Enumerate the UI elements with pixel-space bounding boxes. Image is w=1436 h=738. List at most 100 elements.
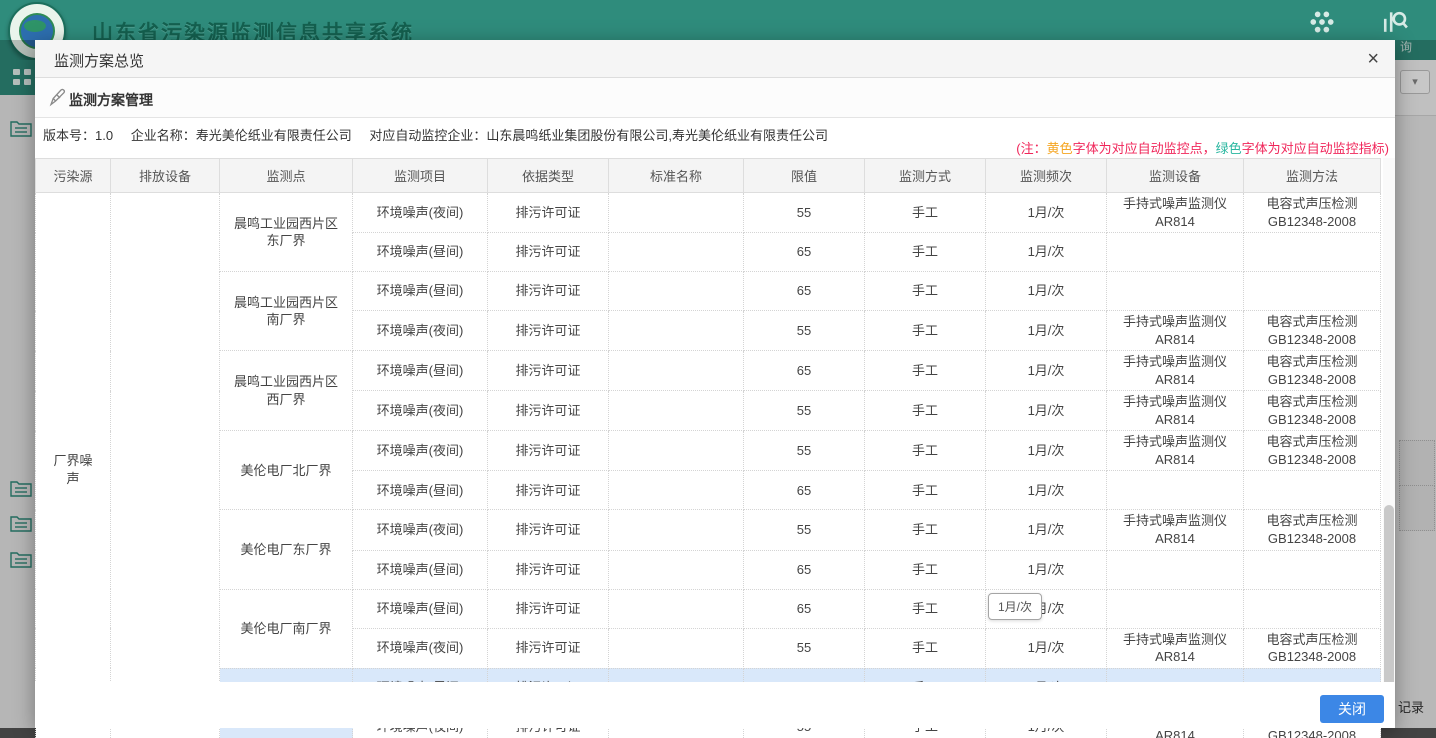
table-row[interactable]: 美伦电厂南厂界环境噪声(昼间)排污许可证65手工1月/次 bbox=[36, 589, 1381, 628]
basis-type-cell[interactable]: 排污许可证 bbox=[488, 431, 609, 471]
device-cell[interactable]: 手持式噪声监测仪AR814 bbox=[1107, 391, 1244, 431]
monitor-mode-cell[interactable]: 手工 bbox=[865, 311, 986, 351]
limit-cell[interactable]: 55 bbox=[744, 510, 865, 550]
monitoring-point-cell[interactable]: 晨鸣工业园西片区西厂界 bbox=[220, 351, 353, 431]
limit-cell[interactable]: 65 bbox=[744, 272, 865, 311]
apps-grid-icon[interactable] bbox=[1310, 10, 1334, 34]
basis-type-cell[interactable]: 排污许可证 bbox=[488, 311, 609, 351]
limit-cell[interactable]: 65 bbox=[744, 550, 865, 589]
monitor-item-cell[interactable]: 环境噪声(昼间) bbox=[353, 550, 488, 589]
device-cell[interactable]: 手持式噪声监测仪AR814 bbox=[1107, 510, 1244, 550]
emission-device-cell[interactable] bbox=[111, 193, 220, 738]
monitor-item-cell[interactable]: 环境噪声(夜间) bbox=[353, 311, 488, 351]
limit-cell[interactable]: 55 bbox=[744, 311, 865, 351]
standard-name-cell[interactable] bbox=[609, 391, 744, 431]
basis-type-cell[interactable]: 排污许可证 bbox=[488, 589, 609, 628]
device-cell[interactable]: 手持式噪声监测仪AR814 bbox=[1107, 628, 1244, 668]
monitor-mode-cell[interactable]: 手工 bbox=[865, 471, 986, 510]
limit-cell[interactable]: 65 bbox=[744, 233, 865, 272]
method-cell[interactable] bbox=[1244, 272, 1381, 311]
frequency-cell[interactable]: 1月/次 bbox=[986, 550, 1107, 589]
basis-type-cell[interactable]: 排污许可证 bbox=[488, 628, 609, 668]
device-cell[interactable] bbox=[1107, 471, 1244, 510]
standard-name-cell[interactable] bbox=[609, 311, 744, 351]
monitor-mode-cell[interactable]: 手工 bbox=[865, 589, 986, 628]
basis-type-cell[interactable]: 排污许可证 bbox=[488, 233, 609, 272]
monitor-item-cell[interactable]: 环境噪声(夜间) bbox=[353, 510, 488, 550]
chart-search-icon[interactable] bbox=[1382, 8, 1408, 34]
monitor-item-cell[interactable]: 环境噪声(昼间) bbox=[353, 351, 488, 391]
close-icon[interactable]: × bbox=[1367, 47, 1379, 71]
frequency-cell[interactable]: 1月/次 bbox=[986, 272, 1107, 311]
table-scrollbar[interactable] bbox=[1383, 158, 1395, 690]
table-row[interactable]: 美伦电厂北厂界环境噪声(夜间)排污许可证55手工1月/次手持式噪声监测仪AR81… bbox=[36, 431, 1381, 471]
limit-cell[interactable]: 65 bbox=[744, 471, 865, 510]
frequency-cell[interactable]: 1月/次 bbox=[986, 233, 1107, 272]
basis-type-cell[interactable]: 排污许可证 bbox=[488, 510, 609, 550]
pollution-source-cell[interactable]: 厂界噪声 bbox=[36, 193, 111, 738]
limit-cell[interactable]: 55 bbox=[744, 391, 865, 431]
standard-name-cell[interactable] bbox=[609, 431, 744, 471]
table-row[interactable]: 美伦电厂东厂界环境噪声(夜间)排污许可证55手工1月/次手持式噪声监测仪AR81… bbox=[36, 510, 1381, 550]
basis-type-cell[interactable]: 排污许可证 bbox=[488, 193, 609, 233]
frequency-cell[interactable]: 1月/次 bbox=[986, 311, 1107, 351]
method-cell[interactable] bbox=[1244, 233, 1381, 272]
frequency-cell[interactable]: 1月/次 bbox=[986, 628, 1107, 668]
table-row[interactable]: 厂界噪声晨鸣工业园西片区东厂界环境噪声(夜间)排污许可证55手工1月/次手持式噪… bbox=[36, 193, 1381, 233]
close-button[interactable]: 关闭 bbox=[1320, 695, 1384, 723]
limit-cell[interactable]: 55 bbox=[744, 193, 865, 233]
method-cell[interactable]: 电容式声压检测GB12348-2008 bbox=[1244, 391, 1381, 431]
standard-name-cell[interactable] bbox=[609, 550, 744, 589]
monitor-item-cell[interactable]: 环境噪声(夜间) bbox=[353, 628, 488, 668]
standard-name-cell[interactable] bbox=[609, 233, 744, 272]
monitor-mode-cell[interactable]: 手工 bbox=[865, 550, 986, 589]
device-cell[interactable]: 手持式噪声监测仪AR814 bbox=[1107, 193, 1244, 233]
monitor-item-cell[interactable]: 环境噪声(夜间) bbox=[353, 431, 488, 471]
limit-cell[interactable]: 55 bbox=[744, 431, 865, 471]
basis-type-cell[interactable]: 排污许可证 bbox=[488, 550, 609, 589]
monitor-mode-cell[interactable]: 手工 bbox=[865, 431, 986, 471]
method-cell[interactable] bbox=[1244, 550, 1381, 589]
frequency-cell[interactable]: 1月/次 bbox=[986, 351, 1107, 391]
device-cell[interactable] bbox=[1107, 550, 1244, 589]
monitor-item-cell[interactable]: 环境噪声(昼间) bbox=[353, 272, 488, 311]
monitor-mode-cell[interactable]: 手工 bbox=[865, 391, 986, 431]
method-cell[interactable]: 电容式声压检测GB12348-2008 bbox=[1244, 628, 1381, 668]
method-cell[interactable]: 电容式声压检测GB12348-2008 bbox=[1244, 193, 1381, 233]
table-row[interactable]: 晨鸣工业园西片区南厂界环境噪声(昼间)排污许可证65手工1月/次 bbox=[36, 272, 1381, 311]
basis-type-cell[interactable]: 排污许可证 bbox=[488, 351, 609, 391]
monitoring-point-cell[interactable]: 美伦电厂北厂界 bbox=[220, 431, 353, 510]
monitor-item-cell[interactable]: 环境噪声(昼间) bbox=[353, 471, 488, 510]
device-cell[interactable]: 手持式噪声监测仪AR814 bbox=[1107, 351, 1244, 391]
standard-name-cell[interactable] bbox=[609, 351, 744, 391]
monitoring-point-cell[interactable]: 美伦电厂东厂界 bbox=[220, 510, 353, 589]
basis-type-cell[interactable]: 排污许可证 bbox=[488, 391, 609, 431]
standard-name-cell[interactable] bbox=[609, 272, 744, 311]
monitor-mode-cell[interactable]: 手工 bbox=[865, 628, 986, 668]
frequency-cell[interactable]: 1月/次 bbox=[986, 431, 1107, 471]
method-cell[interactable]: 电容式声压检测GB12348-2008 bbox=[1244, 510, 1381, 550]
monitor-mode-cell[interactable]: 手工 bbox=[865, 193, 986, 233]
device-cell[interactable] bbox=[1107, 233, 1244, 272]
monitoring-point-cell[interactable]: 美伦电厂南厂界 bbox=[220, 589, 353, 668]
table-row[interactable]: 晨鸣工业园西片区西厂界环境噪声(昼间)排污许可证65手工1月/次手持式噪声监测仪… bbox=[36, 351, 1381, 391]
method-cell[interactable]: 电容式声压检测GB12348-2008 bbox=[1244, 431, 1381, 471]
monitor-mode-cell[interactable]: 手工 bbox=[865, 233, 986, 272]
monitoring-point-cell[interactable]: 晨鸣工业园西片区南厂界 bbox=[220, 272, 353, 351]
device-cell[interactable]: 手持式噪声监测仪AR814 bbox=[1107, 431, 1244, 471]
device-cell[interactable]: 手持式噪声监测仪AR814 bbox=[1107, 311, 1244, 351]
standard-name-cell[interactable] bbox=[609, 193, 744, 233]
monitor-mode-cell[interactable]: 手工 bbox=[865, 351, 986, 391]
basis-type-cell[interactable]: 排污许可证 bbox=[488, 471, 609, 510]
method-cell[interactable]: 电容式声压检测GB12348-2008 bbox=[1244, 311, 1381, 351]
frequency-cell[interactable]: 1月/次 bbox=[986, 193, 1107, 233]
monitor-item-cell[interactable]: 环境噪声(夜间) bbox=[353, 391, 488, 431]
method-cell[interactable]: 电容式声压检测GB12348-2008 bbox=[1244, 351, 1381, 391]
standard-name-cell[interactable] bbox=[609, 510, 744, 550]
device-cell[interactable] bbox=[1107, 272, 1244, 311]
monitor-mode-cell[interactable]: 手工 bbox=[865, 510, 986, 550]
standard-name-cell[interactable] bbox=[609, 628, 744, 668]
device-cell[interactable] bbox=[1107, 589, 1244, 628]
standard-name-cell[interactable] bbox=[609, 471, 744, 510]
method-cell[interactable] bbox=[1244, 471, 1381, 510]
